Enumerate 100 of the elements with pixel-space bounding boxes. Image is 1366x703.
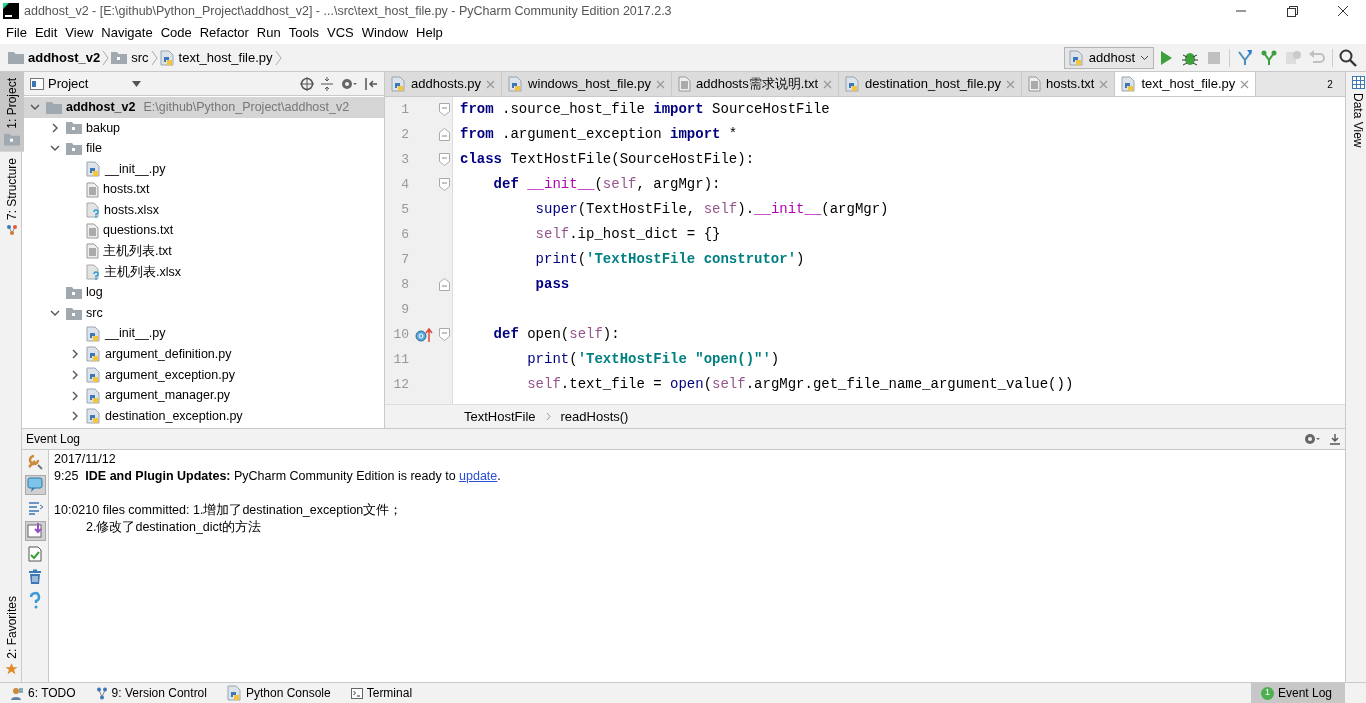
menu-item[interactable]: View bbox=[61, 23, 98, 43]
close-icon[interactable] bbox=[486, 79, 496, 89]
collapse-all-icon[interactable] bbox=[320, 76, 334, 91]
fold-end-icon[interactable] bbox=[439, 278, 450, 291]
tree-item[interactable]: argument_manager.py bbox=[22, 385, 384, 406]
settings-icon[interactable] bbox=[1303, 432, 1321, 446]
python-file-icon bbox=[86, 161, 101, 178]
menu-item[interactable]: Navigate bbox=[97, 23, 157, 43]
folder-icon bbox=[66, 306, 82, 320]
tree-item[interactable]: destination_exception.py bbox=[22, 405, 384, 427]
code-line: print('TextHostFile construtor') bbox=[534, 250, 805, 269]
override-icon[interactable] bbox=[415, 327, 433, 342]
tree-item[interactable]: src bbox=[22, 302, 384, 324]
tree-item[interactable]: bakup bbox=[22, 117, 384, 139]
code-line: from .source_host_file import SourceHostFile bbox=[460, 100, 830, 119]
fold-start-icon[interactable] bbox=[439, 103, 450, 116]
tree-item[interactable]: __init__.py bbox=[22, 323, 384, 345]
menu-item[interactable]: Window bbox=[357, 23, 413, 43]
tree-item[interactable]: log bbox=[22, 282, 384, 303]
line-number: 8 bbox=[400, 275, 409, 294]
balloon-button[interactable] bbox=[24, 475, 46, 495]
tree-item[interactable]: file bbox=[22, 138, 384, 159]
editor-tab[interactable]: destination_host_file.py bbox=[839, 72, 1022, 96]
hidden-tabs-button[interactable]: 2 bbox=[1315, 72, 1345, 96]
close-icon[interactable] bbox=[823, 79, 833, 89]
editor-tab[interactable]: addhosts.py bbox=[385, 72, 503, 96]
settings-icon[interactable] bbox=[340, 76, 358, 91]
editor-tab[interactable]: addhosts需求说明.txt bbox=[671, 72, 840, 96]
close-icon[interactable] bbox=[655, 79, 665, 89]
log-date: 2017/11/12 bbox=[54, 451, 117, 468]
tool-window-tab[interactable]: 1: Project bbox=[0, 72, 24, 152]
tool-window-tab[interactable]: Data View bbox=[1346, 72, 1366, 152]
fold-start-icon[interactable] bbox=[439, 153, 450, 166]
tool-window-tab[interactable]: 1 Event Log bbox=[1251, 682, 1345, 703]
tree-item[interactable]: 主机列表.xlsx bbox=[22, 261, 384, 283]
vcs-update-icon bbox=[1235, 47, 1255, 68]
folder-icon bbox=[8, 51, 24, 64]
tool-window-tab[interactable]: Terminal bbox=[340, 682, 423, 703]
unknown-file-icon bbox=[86, 264, 100, 281]
tool-window-tab[interactable]: Python Console bbox=[216, 682, 341, 703]
menu-item[interactable]: VCS bbox=[323, 23, 358, 43]
count-badge: 1 bbox=[1261, 686, 1274, 700]
python-file-icon bbox=[86, 387, 101, 404]
menu-item[interactable]: Code bbox=[156, 23, 196, 43]
python-file-icon bbox=[86, 367, 101, 383]
log-message: 2.修改了destination_dict的方法 bbox=[85, 519, 263, 536]
folder-icon bbox=[46, 100, 62, 114]
breadcrumb-item[interactable]: text_host_file.py bbox=[157, 47, 275, 68]
locate-icon[interactable] bbox=[300, 76, 314, 91]
line-number: 9 bbox=[400, 300, 409, 319]
run-configuration-dropdown[interactable]: addhost bbox=[1063, 46, 1154, 69]
editor-tab[interactable]: hosts.txt bbox=[1021, 72, 1116, 96]
menu-item[interactable]: Run bbox=[252, 23, 285, 43]
text-file-icon bbox=[677, 76, 691, 92]
folder-icon bbox=[111, 51, 128, 64]
terminal-icon bbox=[350, 687, 363, 699]
tree-item[interactable]: questions.txt bbox=[22, 220, 384, 242]
menu-item[interactable]: File bbox=[2, 23, 31, 43]
breadcrumb-item[interactable]: addhost_v2 bbox=[6, 47, 103, 68]
breadcrumb-item[interactable]: readHosts() bbox=[558, 406, 631, 427]
caret-icon bbox=[132, 80, 141, 87]
text-file-icon bbox=[86, 222, 99, 239]
menu-item[interactable]: Help bbox=[412, 23, 447, 43]
folder-icon bbox=[66, 121, 82, 135]
close-icon[interactable] bbox=[1005, 79, 1015, 89]
breadcrumb-item[interactable]: TextHostFile bbox=[462, 406, 538, 427]
tree-item[interactable]: addhost_v2 E:\github\Python_Project\addhost_v2 bbox=[22, 97, 384, 118]
tree-item[interactable]: argument_definition.py bbox=[22, 344, 384, 365]
tree-item[interactable]: 主机列表.txt bbox=[22, 241, 384, 262]
menu-item[interactable]: Refactor bbox=[195, 23, 253, 43]
delete-icon bbox=[26, 568, 44, 586]
log-time: 9:25 bbox=[54, 468, 79, 485]
editor-tab[interactable]: windows_host_file.py bbox=[502, 72, 672, 96]
text-file-icon bbox=[86, 243, 99, 260]
code-line: super(TextHostFile, self).__init__(argMgr) bbox=[534, 200, 889, 219]
merge-icon bbox=[26, 499, 44, 517]
star-icon bbox=[5, 663, 19, 676]
import-button[interactable] bbox=[24, 521, 46, 541]
menu-item[interactable]: Edit bbox=[30, 23, 62, 43]
fold-start-icon[interactable] bbox=[439, 178, 450, 191]
text-file-icon bbox=[86, 181, 99, 198]
editor-tab[interactable]: text_host_file.py bbox=[1115, 72, 1257, 96]
close-icon[interactable] bbox=[1240, 79, 1250, 89]
tree-item[interactable]: hosts.txt bbox=[22, 179, 384, 200]
tool-window-tab[interactable]: 6: TODO bbox=[0, 682, 86, 703]
tree-item[interactable]: hosts.xlsx bbox=[22, 199, 384, 221]
table-icon bbox=[1351, 76, 1365, 89]
line-number: 7 bbox=[400, 250, 409, 269]
fold-start-icon[interactable] bbox=[439, 328, 450, 341]
chevron-icon bbox=[102, 49, 110, 66]
tool-window-tab[interactable]: 9: Version Control bbox=[85, 682, 217, 703]
fold-end-icon[interactable] bbox=[439, 128, 450, 141]
breadcrumb-item[interactable]: src bbox=[109, 47, 151, 68]
python-file-icon bbox=[86, 346, 101, 363]
tree-item[interactable]: __init__.py bbox=[22, 158, 384, 180]
tool-window-tab[interactable]: 2: Favorites bbox=[0, 590, 24, 682]
menu-item[interactable]: Tools bbox=[284, 23, 324, 43]
settings-icon bbox=[26, 453, 44, 471]
close-icon[interactable] bbox=[1099, 79, 1109, 89]
tree-item[interactable]: argument_exception.py bbox=[22, 364, 384, 386]
